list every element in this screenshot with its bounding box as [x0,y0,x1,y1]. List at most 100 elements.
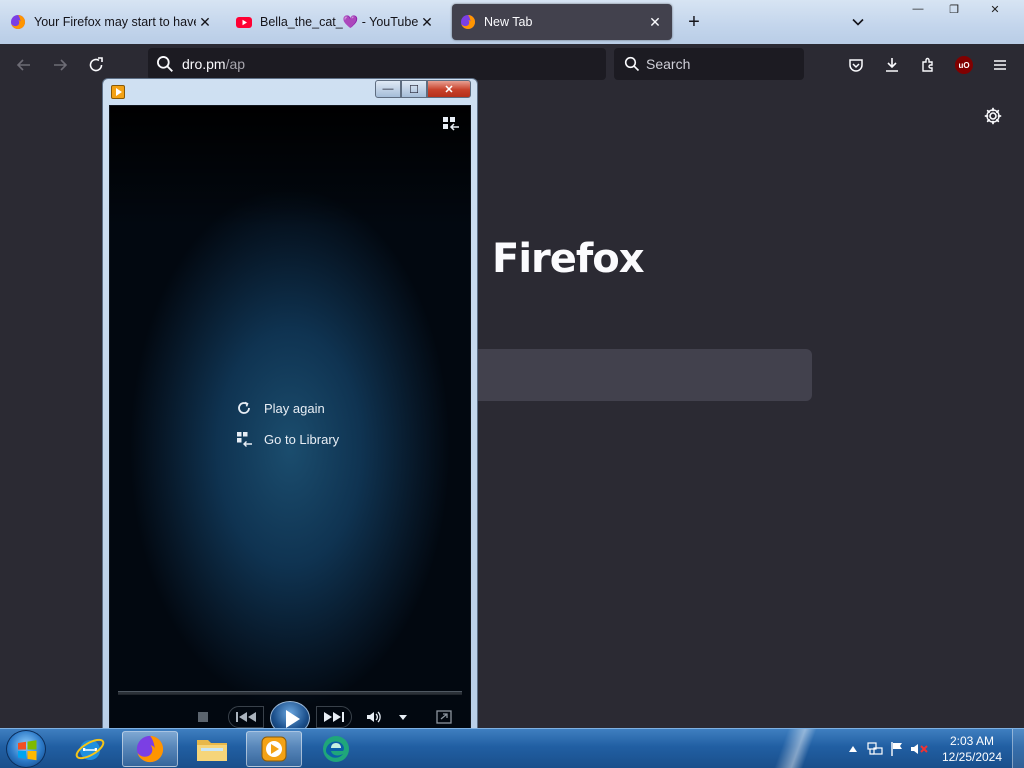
start-button[interactable] [6,730,46,768]
restore-button[interactable]: ❐ [936,0,972,18]
ublock-button[interactable]: uO [952,53,976,77]
now-playing-area: Play again Go to Library [109,105,471,729]
clock-time: 2:03 AM [949,734,995,748]
close-tab-icon[interactable]: ✕ [646,13,664,31]
minimize-button[interactable]: — [900,0,936,18]
next-icon [324,712,344,722]
seek-bar[interactable] [118,691,462,695]
media-player-maximize-button[interactable]: ☐ [401,80,427,98]
tab-title: New Tab [484,15,533,29]
tab-firefox-notice[interactable]: Your Firefox may start to have p ✕ [2,4,222,40]
replay-icon [238,401,250,414]
firefox-wordmark: Firefox [492,236,645,282]
extensions-button[interactable] [916,53,940,77]
internet-explorer-icon [75,738,105,760]
search-icon [157,56,173,72]
tab-strip: Your Firefox may start to have p ✕ Bella… [0,0,1024,44]
show-desktop-button[interactable] [1012,729,1024,768]
file-explorer-icon [197,740,227,761]
volume-dropdown-icon [399,714,407,720]
ublock-icon: uO [955,56,973,74]
next-button[interactable] [316,706,352,728]
application-menu-button[interactable] [988,53,1012,77]
play-again-link[interactable]: Play again [236,400,325,416]
downloads-button[interactable] [880,53,904,77]
network-tray-button[interactable] [864,738,886,760]
search-bar[interactable]: Search [614,48,804,80]
url-host: dro.pm [182,56,226,72]
notification-area [842,729,930,768]
tab-new-tab[interactable]: New Tab ✕ [452,4,672,40]
go-to-library-link[interactable]: Go to Library [236,431,339,447]
tab-youtube[interactable]: Bella_the_cat_💜 - YouTube ✕ [228,4,444,40]
play-again-label: Play again [264,400,325,416]
tab-title: Your Firefox may start to have p [34,15,196,29]
previous-icon [236,712,256,722]
firefox-icon [11,15,25,29]
url-path: /ap [225,56,246,72]
switch-to-library-icon[interactable] [442,116,460,132]
fullscreen-icon [436,710,452,724]
windows-media-player-icon [261,736,287,762]
windows-logo-icon [18,740,37,761]
close-tab-icon[interactable]: ✕ [196,13,214,31]
system-clock[interactable]: 2:03 AM 12/25/2024 [936,733,1008,765]
taskbar-internet-explorer[interactable] [62,731,118,767]
forward-button[interactable] [48,53,72,77]
taskbar: 2:03 AM 12/25/2024 [0,728,1024,768]
tab-title: Bella_the_cat_💜 - YouTube [260,14,418,29]
new-tab-button[interactable]: + [682,10,706,34]
media-player-window-controls: — ☐ ✕ [375,80,471,98]
back-button[interactable] [12,53,36,77]
chevron-down-icon [852,18,864,26]
show-hidden-icons-button[interactable] [842,738,864,760]
taskbar-firefox[interactable] [122,731,178,767]
close-window-button[interactable]: ✕ [972,0,1018,18]
media-player-titlebar[interactable]: — ☐ ✕ [103,79,477,105]
menu-icon [994,60,1006,70]
taskbar-windows-media-player[interactable] [246,731,302,767]
gear-icon [984,107,1002,125]
youtube-icon [236,17,252,28]
volume-button[interactable] [366,710,382,724]
play-icon[interactable] [270,701,310,728]
media-player-close-button[interactable]: ✕ [427,80,471,98]
volume-muted-icon [911,744,928,754]
new-tab-search-box[interactable] [470,349,812,401]
fullscreen-button[interactable] [436,710,452,724]
reload-button[interactable] [84,53,108,77]
search-placeholder: Search [646,56,691,72]
show-hidden-icons-icon [849,746,857,752]
url-bar[interactable]: dro.pm/ap [148,48,606,80]
list-all-tabs-button[interactable] [846,10,870,34]
downloads-icon [886,58,898,72]
volume-icon [367,711,381,723]
previous-button[interactable] [228,706,264,728]
taskbar-file-explorer[interactable] [184,731,240,767]
clock-date: 12/25/2024 [941,750,1003,764]
playback-controls [110,701,470,728]
action-center-flag-icon [891,742,902,756]
edge-icon [323,736,349,762]
taskbar-edge[interactable] [308,731,364,767]
personalize-button[interactable] [983,106,1003,126]
stop-icon[interactable] [198,712,208,722]
search-icon [624,56,640,72]
volume-tray-button[interactable] [908,738,930,760]
media-player-app-icon [111,85,125,99]
network-icon [867,742,883,755]
pocket-icon [849,59,863,72]
volume-dropdown-button[interactable] [398,714,408,720]
extensions-icon [922,57,933,72]
firefox-icon [461,15,475,29]
action-center-tray-button[interactable] [886,738,908,760]
media-player-minimize-button[interactable]: — [375,80,401,98]
media-player-window: — ☐ ✕ Play again Go to Library [102,78,478,729]
pocket-button[interactable] [844,53,868,77]
close-tab-icon[interactable]: ✕ [418,13,436,31]
reload-icon [89,57,103,72]
firefox-icon [136,735,164,763]
window-controls: — ❐ ✕ [900,0,1018,18]
go-to-library-label: Go to Library [264,431,340,447]
forward-arrow-icon [54,59,68,71]
